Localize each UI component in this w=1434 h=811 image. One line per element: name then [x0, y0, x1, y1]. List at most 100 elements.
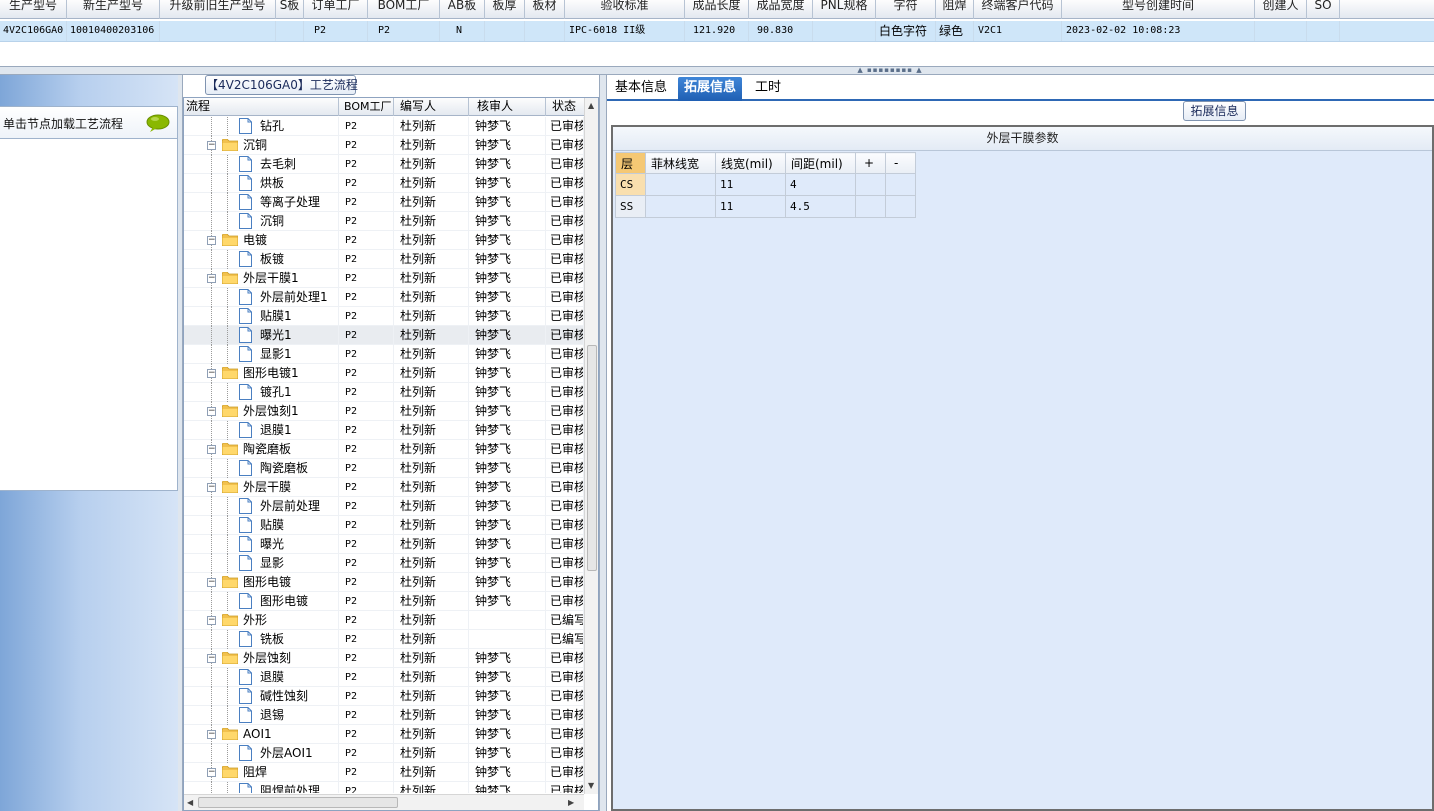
tree-step-row[interactable]: 镀孔1 P2 杜列新 钟梦飞 已审核	[184, 383, 584, 402]
tree-step-row[interactable]: 曝光 P2 杜列新 钟梦飞 已审核	[184, 535, 584, 554]
col-header-bom-factory[interactable]: BOM工厂	[339, 98, 394, 116]
tree-folder-row[interactable]: − 外层蚀刻 P2 杜列新 钟梦飞 已审核	[184, 649, 584, 668]
param-table-row[interactable]: CS 11 4	[615, 173, 916, 196]
tree-folder-row[interactable]: − 电镀 P2 杜列新 钟梦飞 已审核	[184, 231, 584, 250]
collapse-icon[interactable]: −	[207, 654, 216, 663]
col-header-ab-board[interactable]: AB板	[440, 0, 485, 19]
col-header-char[interactable]: 字符	[876, 0, 936, 19]
tree-step-row[interactable]: 铣板 P2 杜列新 已编写	[184, 630, 584, 649]
cell-line-width[interactable]: 11	[715, 173, 786, 196]
collapse-icon[interactable]: −	[207, 445, 216, 454]
tree-step-row[interactable]: 沉铜 P2 杜列新 钟梦飞 已审核	[184, 212, 584, 231]
cell-line-width[interactable]: 11	[715, 195, 786, 218]
cell-spacing[interactable]: 4.5	[785, 195, 856, 218]
cell-add[interactable]	[855, 195, 886, 218]
col-header-spacing[interactable]: 间距(mil)	[785, 152, 856, 174]
tree-step-row[interactable]: 外层前处理 P2 杜列新 钟梦飞 已审核	[184, 497, 584, 516]
tree-folder-row[interactable]: − 阻焊 P2 杜列新 钟梦飞 已审核	[184, 763, 584, 782]
splitter-grip-icon[interactable]: ▲ ▪▪▪▪▪▪▪▪ ▲	[857, 67, 923, 74]
col-header-creator[interactable]: 创建人	[1255, 0, 1307, 19]
col-header-line-width[interactable]: 线宽(mil)	[715, 152, 786, 174]
col-header-status[interactable]: 状态	[546, 98, 584, 116]
col-header-layer[interactable]: 层	[615, 152, 646, 174]
tree-step-row[interactable]: 外层AOI1 P2 杜列新 钟梦飞 已审核	[184, 744, 584, 763]
col-header-material[interactable]: 板材	[525, 0, 565, 19]
tree-step-row[interactable]: 贴膜1 P2 杜列新 钟梦飞 已审核	[184, 307, 584, 326]
tree-folder-row[interactable]: − 外形 P2 杜列新 已编写	[184, 611, 584, 630]
tree-step-row[interactable]: 显影1 P2 杜列新 钟梦飞 已审核	[184, 345, 584, 364]
col-header-old-model[interactable]: 升级前旧生产型号	[160, 0, 276, 19]
remove-row-button[interactable]: -	[885, 152, 916, 174]
col-header-reviewer[interactable]: 核审人	[469, 98, 546, 116]
tree-step-row[interactable]: 碱性蚀刻 P2 杜列新 钟梦飞 已审核	[184, 687, 584, 706]
cell-layer[interactable]: SS	[615, 195, 646, 218]
param-table-row[interactable]: SS 11 4.5	[615, 195, 916, 218]
scroll-left-icon[interactable]: ◀	[187, 798, 193, 807]
tree-vertical-scroll-thumb[interactable]	[587, 345, 597, 571]
tree-horizontal-scrollbar[interactable]: ◀ ▶	[184, 794, 584, 810]
tree-horizontal-scroll-thumb[interactable]	[198, 797, 398, 808]
scroll-down-icon[interactable]: ▼	[588, 781, 594, 790]
tree-step-row[interactable]: 贴膜 P2 杜列新 钟梦飞 已审核	[184, 516, 584, 535]
tree-vertical-scrollbar[interactable]: ▲ ▼	[584, 98, 598, 794]
cell-remove[interactable]	[885, 195, 916, 218]
tree-folder-row[interactable]: − 外层蚀刻1 P2 杜列新 钟梦飞 已审核	[184, 402, 584, 421]
tree-folder-row[interactable]: − 外层干膜 P2 杜列新 钟梦飞 已审核	[184, 478, 584, 497]
model-row[interactable]: 4V2C106GA0 10010400203106 P2 P2 N IPC-60…	[0, 21, 1434, 42]
add-row-button[interactable]: +	[855, 152, 886, 174]
col-header-writer[interactable]: 编写人	[394, 98, 469, 116]
tree-step-row[interactable]: 退锡 P2 杜列新 钟梦飞 已审核	[184, 706, 584, 725]
collapse-icon[interactable]: −	[207, 768, 216, 777]
tree-folder-row[interactable]: − 图形电镀 P2 杜列新 钟梦飞 已审核	[184, 573, 584, 592]
cell-add[interactable]	[855, 173, 886, 196]
tree-step-row[interactable]: 图形电镀 P2 杜列新 钟梦飞 已审核	[184, 592, 584, 611]
scroll-right-icon[interactable]: ▶	[568, 798, 574, 807]
tree-step-row[interactable]: 板镀 P2 杜列新 钟梦飞 已审核	[184, 250, 584, 269]
tree-step-row[interactable]: 陶瓷磨板 P2 杜列新 钟梦飞 已审核	[184, 459, 584, 478]
cell-film-width[interactable]	[645, 173, 716, 196]
col-header-film-width[interactable]: 菲林线宽	[645, 152, 716, 174]
tab-extended-info[interactable]: 拓展信息	[678, 77, 743, 101]
tree-step-row[interactable]: 显影 P2 杜列新 钟梦飞 已审核	[184, 554, 584, 573]
tree-folder-row[interactable]: − 沉铜 P2 杜列新 钟梦飞 已审核	[184, 136, 584, 155]
collapse-icon[interactable]: −	[207, 407, 216, 416]
extended-info-section-button[interactable]: 拓展信息	[1183, 101, 1246, 121]
collapse-icon[interactable]: −	[207, 578, 216, 587]
collapse-icon[interactable]: −	[207, 369, 216, 378]
tree-step-row[interactable]: 等离子处理 P2 杜列新 钟梦飞 已审核	[184, 193, 584, 212]
tree-step-row[interactable]: 外层前处理1 P2 杜列新 钟梦飞 已审核	[184, 288, 584, 307]
col-header-solder-mask[interactable]: 阻焊	[936, 0, 974, 19]
col-header-standard[interactable]: 验收标准	[565, 0, 685, 19]
tree-step-row[interactable]: 烘板 P2 杜列新 钟梦飞 已审核	[184, 174, 584, 193]
collapse-icon[interactable]: −	[207, 483, 216, 492]
cell-film-width[interactable]	[645, 195, 716, 218]
tree-folder-row[interactable]: − 外层干膜1 P2 杜列新 钟梦飞 已审核	[184, 269, 584, 288]
tree-folder-row[interactable]: − 陶瓷磨板 P2 杜列新 钟梦飞 已审核	[184, 440, 584, 459]
col-header-pnl[interactable]: PNL规格	[813, 0, 876, 19]
cell-layer[interactable]: CS	[615, 173, 646, 196]
col-header-thickness[interactable]: 板厚	[485, 0, 525, 19]
col-header-created-time[interactable]: 型号创建时间	[1062, 0, 1255, 19]
vertical-splitter[interactable]	[599, 75, 607, 811]
tree-step-row[interactable]: 退膜1 P2 杜列新 钟梦飞 已审核	[184, 421, 584, 440]
collapse-icon[interactable]: −	[207, 274, 216, 283]
col-header-customer-code[interactable]: 终端客户代码	[974, 0, 1062, 19]
col-header-width[interactable]: 成品宽度	[749, 0, 813, 19]
col-header-bom-factory[interactable]: BOM工厂	[368, 0, 440, 19]
col-header-order-factory[interactable]: 订单工厂	[304, 0, 368, 19]
col-header-s-board[interactable]: S板	[276, 0, 304, 19]
tree-step-row[interactable]: 钻孔 P2 杜列新 钟梦飞 已审核	[184, 117, 584, 136]
col-header-model[interactable]: 生产型号	[0, 0, 67, 19]
tree-step-row[interactable]: 退膜 P2 杜列新 钟梦飞 已审核	[184, 668, 584, 687]
col-header-new-model[interactable]: 新生产型号	[67, 0, 160, 19]
cell-remove[interactable]	[885, 173, 916, 196]
tree-folder-row[interactable]: − 图形电镀1 P2 杜列新 钟梦飞 已审核	[184, 364, 584, 383]
collapse-icon[interactable]: −	[207, 141, 216, 150]
tree-folder-row[interactable]: − AOI1 P2 杜列新 钟梦飞 已审核	[184, 725, 584, 744]
horizontal-splitter[interactable]: ▲ ▪▪▪▪▪▪▪▪ ▲	[0, 66, 1434, 75]
collapse-icon[interactable]: −	[207, 236, 216, 245]
collapse-icon[interactable]: −	[207, 616, 216, 625]
cell-spacing[interactable]: 4	[785, 173, 856, 196]
collapse-icon[interactable]: −	[207, 730, 216, 739]
tree-step-row[interactable]: 去毛刺 P2 杜列新 钟梦飞 已审核	[184, 155, 584, 174]
